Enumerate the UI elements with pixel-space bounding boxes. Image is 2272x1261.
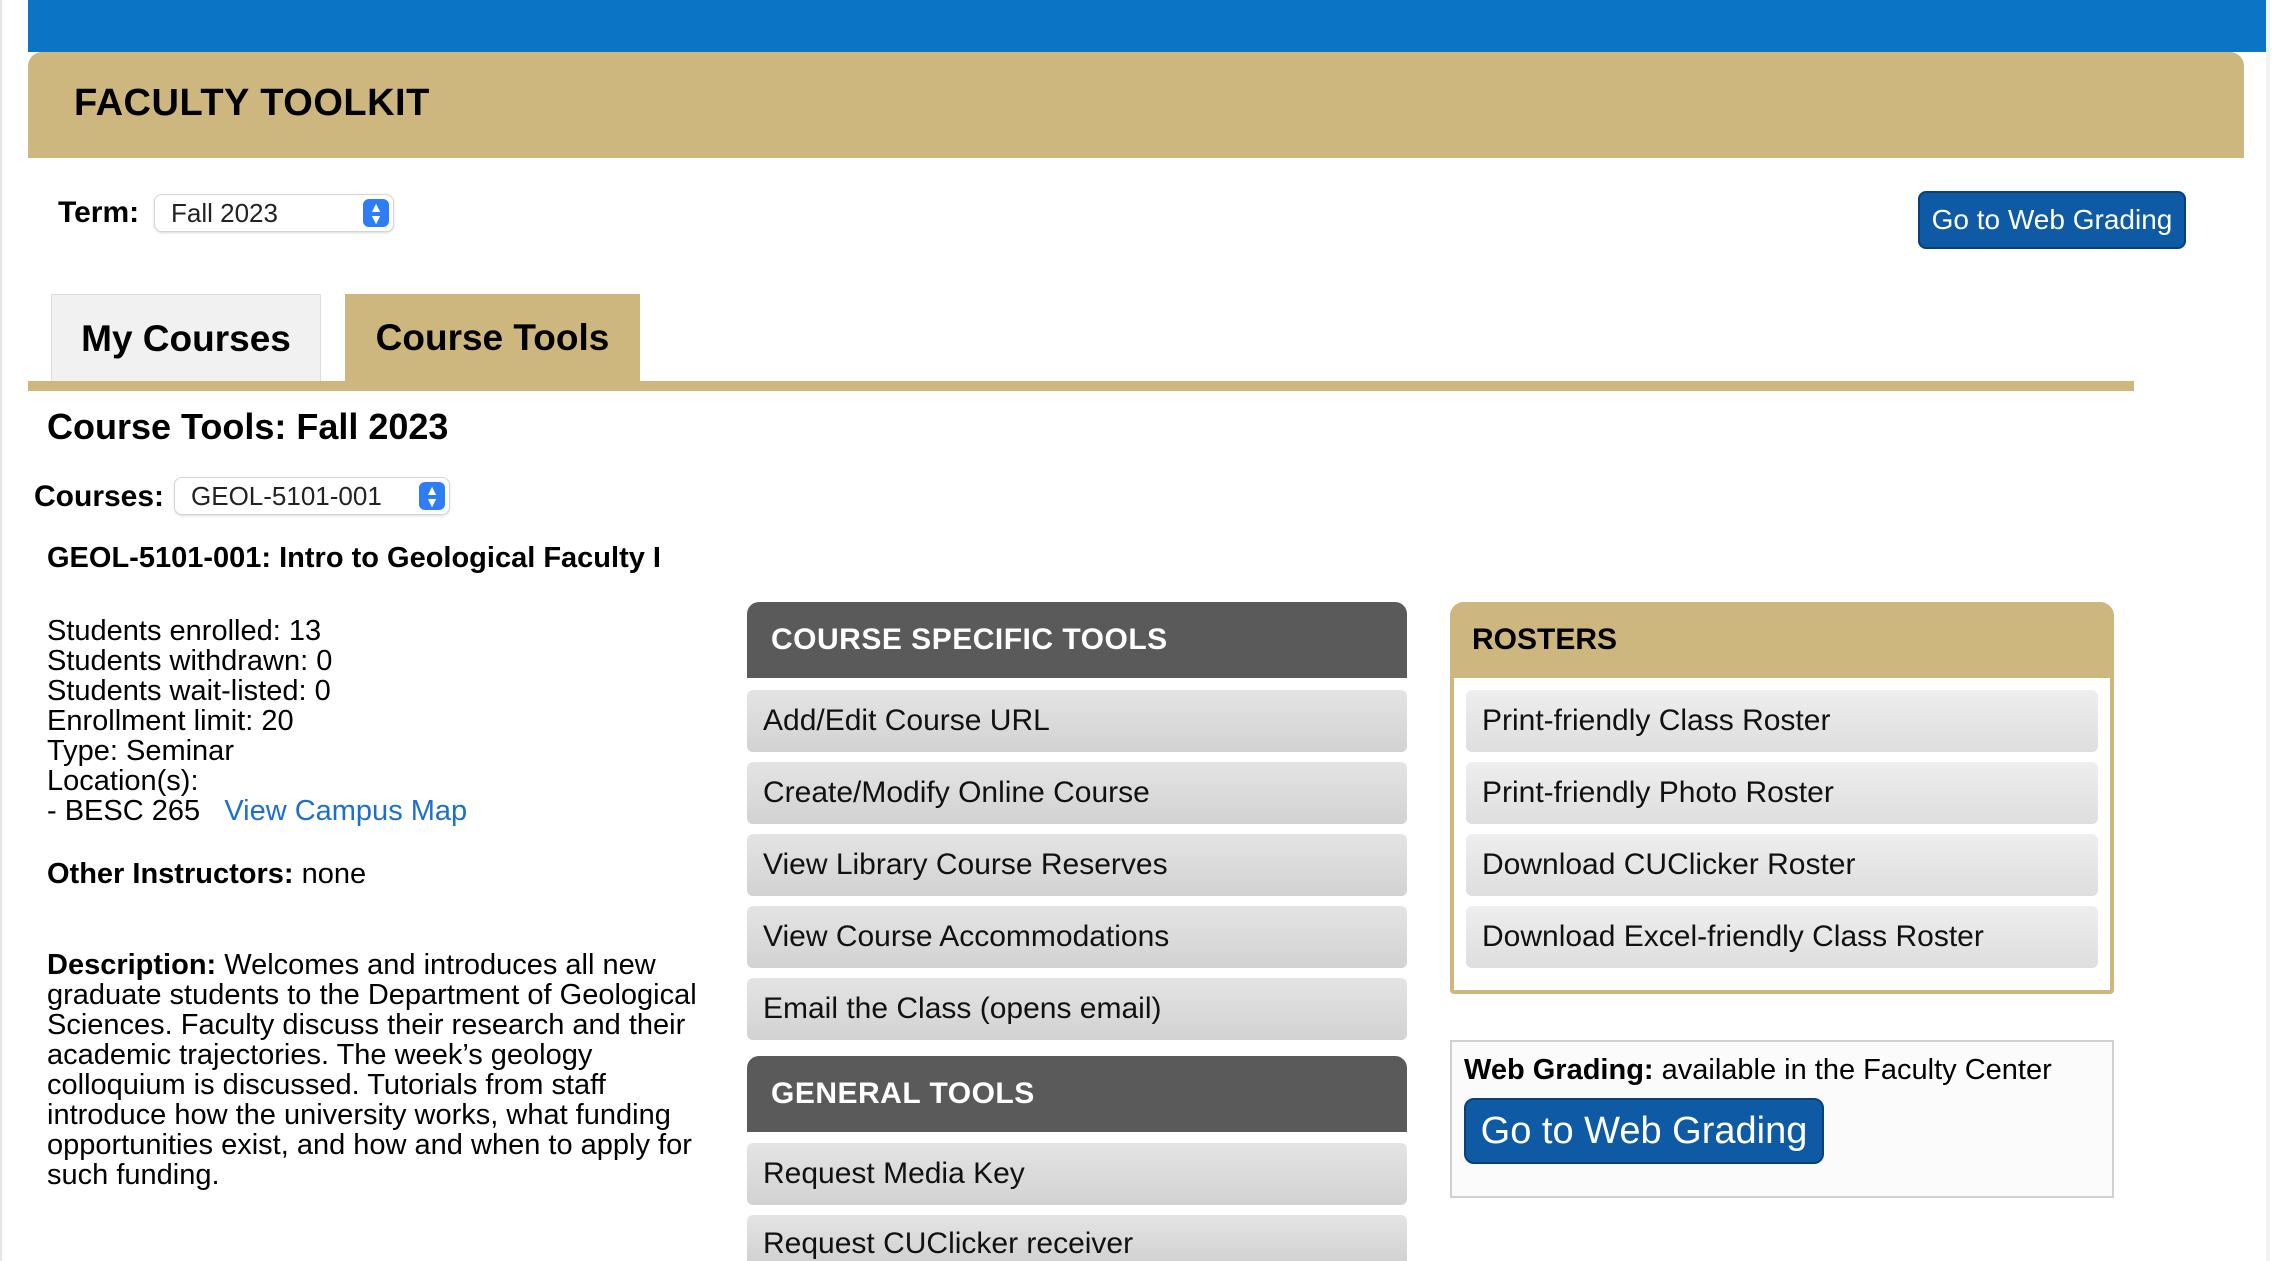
course-info: Students enrolled: 13 Students withdrawn… [47, 616, 467, 826]
create-modify-online-course-button[interactable]: Create/Modify Online Course [747, 762, 1407, 824]
term-select-value: Fall 2023 [171, 197, 278, 228]
add-edit-course-url-button[interactable]: Add/Edit Course URL [747, 690, 1407, 752]
tab-underline [28, 381, 2134, 391]
course-select[interactable]: GEOL-5101-001 ▲ ▼ [174, 477, 450, 515]
tab-course-tools[interactable]: Course Tools [345, 294, 640, 382]
tab-my-courses[interactable]: My Courses [51, 294, 321, 382]
view-campus-map-link[interactable]: View Campus Map [224, 795, 467, 827]
go-to-web-grading-button-large[interactable]: Go to Web Grading [1464, 1098, 1824, 1164]
download-cuclicker-roster-button[interactable]: Download CUClicker Roster [1466, 834, 2098, 896]
course-title: GEOL-5101-001: Intro to Geological Facul… [47, 542, 661, 574]
email-the-class-button[interactable]: Email the Class (opens email) [747, 978, 1407, 1040]
description-text: Welcomes and introduces all new graduate… [47, 949, 697, 1191]
course-description: Description: Welcomes and introduces all… [47, 950, 717, 1190]
top-bar [28, 0, 2268, 52]
stat-enrolled: Students enrolled: 13 [47, 615, 322, 647]
web-grading-label: Web Grading: [1464, 1054, 1654, 1086]
request-media-key-button[interactable]: Request Media Key [747, 1143, 1407, 1205]
courses-label: Courses: [34, 480, 165, 513]
rosters-heading: ROSTERS [1450, 602, 2114, 678]
course-select-value: GEOL-5101-001 [191, 480, 382, 511]
web-grading-text: available in the Faculty Center [1653, 1054, 2052, 1086]
page-title: Course Tools: Fall 2023 [47, 406, 449, 447]
print-class-roster-button[interactable]: Print-friendly Class Roster [1466, 690, 2098, 752]
view-course-accommodations-button[interactable]: View Course Accommodations [747, 906, 1407, 968]
web-grading-info: Web Grading: available in the Faculty Ce… [1464, 1054, 2052, 1087]
print-photo-roster-button[interactable]: Print-friendly Photo Roster [1466, 762, 2098, 824]
course-specific-tools-heading: COURSE SPECIFIC TOOLS [747, 602, 1407, 678]
download-excel-roster-button[interactable]: Download Excel-friendly Class Roster [1466, 906, 2098, 968]
other-instructors: Other Instructors: none [47, 858, 366, 891]
term-select[interactable]: Fall 2023 ▲ ▼ [154, 194, 394, 232]
stat-type: Type: Seminar [47, 735, 234, 767]
header-title: FACULTY TOOLKIT [74, 82, 430, 124]
location-value: - BESC 265 [47, 795, 201, 827]
go-to-web-grading-button[interactable]: Go to Web Grading [1918, 191, 2186, 249]
stat-waitlisted: Students wait-listed: 0 [47, 675, 331, 707]
select-arrows-icon: ▲ ▼ [363, 199, 389, 227]
instructors-value: none [293, 858, 367, 890]
view-library-course-reserves-button[interactable]: View Library Course Reserves [747, 834, 1407, 896]
location-row: - BESC 265 View Campus Map [47, 796, 467, 826]
left-edge [0, 0, 2, 1261]
stat-withdrawn: Students withdrawn: 0 [47, 645, 333, 677]
instructors-label: Other Instructors: [47, 858, 294, 890]
stat-limit: Enrollment limit: 20 [47, 705, 294, 737]
select-arrows-icon: ▲ ▼ [419, 482, 445, 510]
general-tools-heading: GENERAL TOOLS [747, 1056, 1407, 1132]
description-label: Description: [47, 949, 217, 981]
term-label: Term: [58, 196, 140, 229]
request-cuclicker-receiver-button[interactable]: Request CUClicker receiver [747, 1215, 1407, 1261]
right-edge [2266, 0, 2270, 1261]
stat-locations: Location(s): [47, 765, 199, 797]
